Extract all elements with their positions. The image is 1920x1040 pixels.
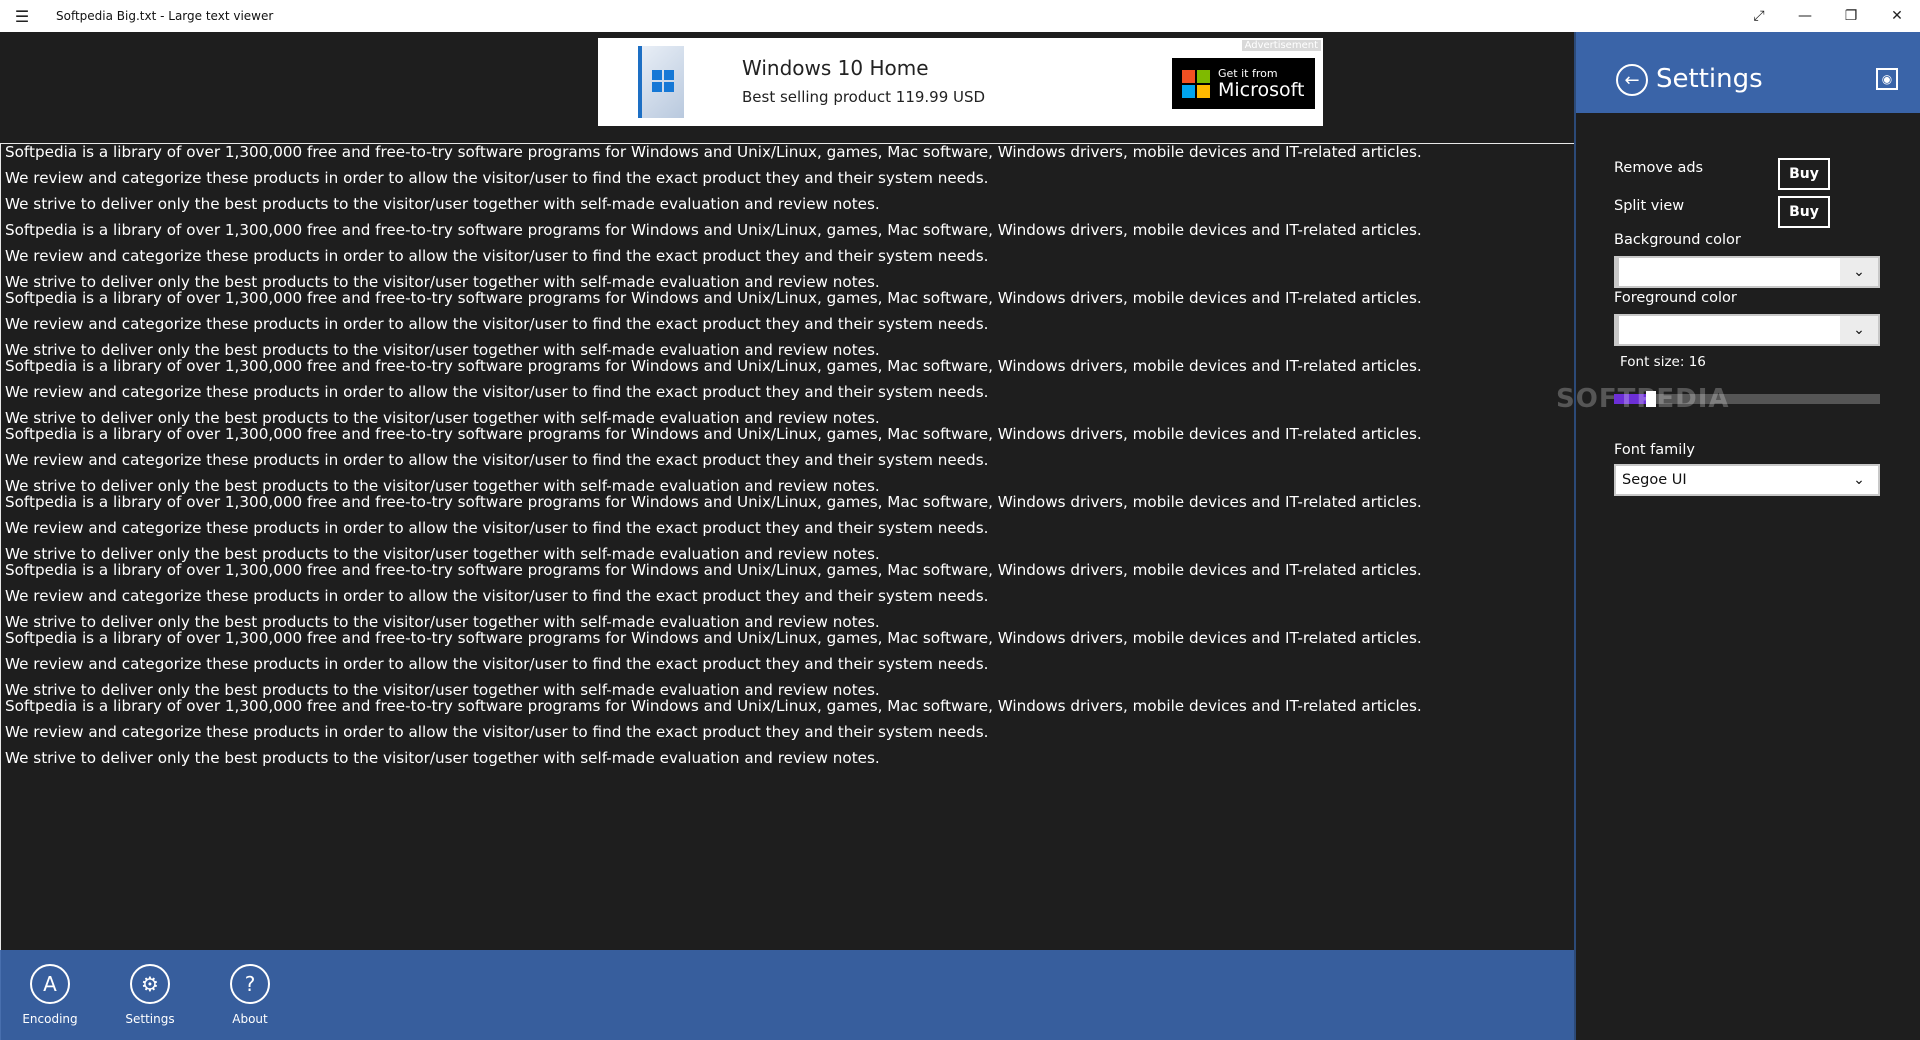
foreground-color-dropdown[interactable]: ⌄ — [1614, 314, 1880, 346]
encoding-icon: A — [30, 964, 70, 1004]
text-line: Softpedia is a library of over 1,300,000… — [5, 697, 1422, 715]
text-line: We review and categorize these products … — [5, 723, 989, 741]
restore-icon[interactable]: ❐ — [1828, 0, 1874, 32]
text-line: We review and categorize these products … — [5, 655, 989, 673]
text-line: Softpedia is a library of over 1,300,000… — [5, 425, 1422, 443]
text-line: Softpedia is a library of over 1,300,000… — [5, 493, 1422, 511]
background-color-label: Background color — [1614, 232, 1741, 248]
hamburger-menu-icon[interactable]: ☰ — [0, 0, 44, 32]
ad-tag: Advertisement — [1241, 40, 1321, 51]
text-line: We strive to deliver only the best produ… — [5, 273, 880, 291]
text-line: We review and categorize these products … — [5, 169, 989, 187]
window-title: Softpedia Big.txt - Large text viewer — [56, 9, 274, 23]
fullscreen-icon[interactable]: ⤢ — [1736, 0, 1782, 32]
font-family-label: Font family — [1614, 442, 1695, 458]
text-line: We review and categorize these products … — [5, 587, 989, 605]
windows-logo-icon — [652, 70, 674, 92]
pin-icon[interactable]: ◉ — [1876, 68, 1898, 90]
ad-title: Windows 10 Home — [742, 56, 929, 80]
settings-panel: ← Settings ◉ Remove ads Buy Split view B… — [1556, 32, 1920, 1040]
text-line: Softpedia is a library of over 1,300,000… — [5, 143, 1422, 161]
text-line: We strive to deliver only the best produ… — [5, 613, 880, 631]
bottom-app-bar: A Encoding ⚙ Settings ? About — [0, 950, 1574, 1040]
text-line: We strive to deliver only the best produ… — [5, 195, 880, 213]
text-line: We strive to deliver only the best produ… — [5, 681, 880, 699]
background-color-swatch — [1616, 258, 1840, 286]
ad-subtitle: Best selling product 119.99 USD — [742, 88, 986, 106]
encoding-label: Encoding — [22, 1012, 78, 1026]
remove-ads-label: Remove ads — [1614, 160, 1704, 176]
text-line: Softpedia is a library of over 1,300,000… — [5, 561, 1422, 579]
text-line: We strive to deliver only the best produ… — [5, 409, 880, 427]
close-icon[interactable]: ✕ — [1874, 0, 1920, 32]
window-controls: ⤢ — ❐ ✕ — [1736, 0, 1920, 32]
text-line: We review and categorize these products … — [5, 519, 989, 537]
question-icon: ? — [230, 964, 270, 1004]
settings-header: ← Settings ◉ — [1576, 32, 1920, 113]
settings-button[interactable]: ⚙ Settings — [110, 964, 190, 1026]
about-label: About — [232, 1012, 268, 1026]
text-line: We strive to deliver only the best produ… — [5, 341, 880, 359]
text-line: We strive to deliver only the best produ… — [5, 477, 880, 495]
text-line: We strive to deliver only the best produ… — [5, 545, 880, 563]
badge-big-text: Microsoft — [1218, 78, 1305, 101]
microsoft-logo-icon — [1182, 69, 1210, 98]
font-family-value: Segoe UI — [1622, 472, 1687, 488]
text-content[interactable]: Softpedia is a library of over 1,300,000… — [0, 143, 1574, 1040]
title-bar: ☰ Softpedia Big.txt - Large text viewer … — [0, 0, 1920, 32]
microsoft-store-badge[interactable]: Get it from Microsoft — [1172, 58, 1315, 109]
split-view-label: Split view — [1614, 198, 1685, 214]
text-line: Softpedia is a library of over 1,300,000… — [5, 357, 1422, 375]
text-line: We review and categorize these products … — [5, 315, 989, 333]
split-view-buy-button[interactable]: Buy — [1778, 196, 1830, 228]
text-line: Softpedia is a library of over 1,300,000… — [5, 289, 1422, 307]
about-button[interactable]: ? About — [210, 964, 290, 1026]
font-size-label: Font size: 16 — [1620, 354, 1706, 370]
settings-label: Settings — [125, 1012, 175, 1026]
foreground-color-swatch — [1616, 316, 1840, 344]
back-arrow-icon[interactable]: ← — [1616, 64, 1648, 96]
text-line: We review and categorize these products … — [5, 383, 989, 401]
font-family-dropdown[interactable]: Segoe UI ⌄ — [1614, 464, 1880, 496]
product-box-image — [638, 46, 684, 118]
badge-small-text: Get it from — [1218, 66, 1278, 80]
gear-icon: ⚙ — [130, 964, 170, 1004]
chevron-down-icon: ⌄ — [1840, 466, 1878, 494]
softpedia-watermark: SOFTPEDIA — [1556, 384, 1730, 414]
text-line: We review and categorize these products … — [5, 451, 989, 469]
text-line: We strive to deliver only the best produ… — [5, 749, 880, 767]
chevron-down-icon: ⌄ — [1840, 258, 1878, 286]
chevron-down-icon: ⌄ — [1840, 316, 1878, 344]
main-area: Windows 10 Home Best selling product 119… — [0, 32, 1574, 1040]
encoding-button[interactable]: A Encoding — [10, 964, 90, 1026]
text-line: Softpedia is a library of over 1,300,000… — [5, 221, 1422, 239]
foreground-color-label: Foreground color — [1614, 290, 1737, 306]
text-line: Softpedia is a library of over 1,300,000… — [5, 629, 1422, 647]
minimize-icon[interactable]: — — [1782, 0, 1828, 32]
settings-title: Settings — [1656, 64, 1763, 94]
text-line: We review and categorize these products … — [5, 247, 989, 265]
advertisement-banner[interactable]: Windows 10 Home Best selling product 119… — [598, 38, 1323, 126]
background-color-dropdown[interactable]: ⌄ — [1614, 256, 1880, 288]
remove-ads-buy-button[interactable]: Buy — [1778, 158, 1830, 190]
